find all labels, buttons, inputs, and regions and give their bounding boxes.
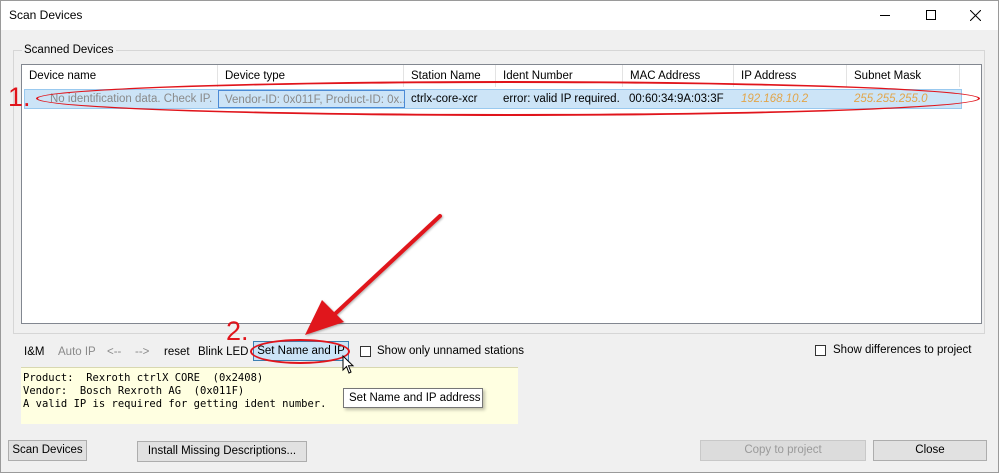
next-button[interactable]: -->	[135, 345, 149, 359]
tooltip: Set Name and IP address	[343, 388, 483, 408]
info-product: Product: Rexroth ctrlX CORE (0x2408)	[23, 372, 264, 384]
annotation-step-1: 1.	[8, 82, 31, 112]
cell-device-name: No identification data. Check IP.	[50, 93, 213, 105]
column-mac-address[interactable]: MAC Address	[623, 65, 734, 87]
cell-device-type: Vendor-ID: 0x011F, Product-ID: 0x...	[218, 90, 405, 108]
info-message: A valid IP is required for getting ident…	[23, 398, 327, 410]
annotation-step-2: 2.	[226, 316, 249, 346]
show-unnamed-label[interactable]: Show only unnamed stations	[377, 345, 524, 357]
group-label: Scanned Devices	[22, 44, 116, 56]
maximize-icon	[926, 10, 936, 20]
minimize-button[interactable]	[863, 0, 907, 30]
table-header: Device name Device type Station Name Ide…	[22, 65, 981, 87]
im-button[interactable]: I&M	[24, 345, 44, 359]
auto-ip-button[interactable]: Auto IP	[58, 345, 96, 359]
set-name-and-ip-button[interactable]: Set Name and IP	[253, 341, 349, 361]
close-window-button[interactable]	[953, 0, 997, 30]
maximize-button[interactable]	[909, 0, 953, 30]
show-differences-label[interactable]: Show differences to project	[833, 344, 972, 356]
install-missing-descriptions-button[interactable]: Install Missing Descriptions...	[137, 441, 307, 462]
cell-subnet-mask: 255.255.255.0	[854, 93, 928, 105]
table-row[interactable]: No identification data. Check IP. Vendor…	[24, 89, 962, 109]
cell-ip-address: 192.168.10.2	[741, 93, 809, 105]
previous-button[interactable]: <--	[107, 345, 121, 359]
cell-mac-address: 00:60:34:9A:03:3F	[629, 93, 724, 105]
show-differences-checkbox[interactable]	[815, 345, 826, 356]
column-device-type[interactable]: Device type	[218, 65, 404, 87]
close-button[interactable]: Close	[873, 440, 987, 461]
minimize-icon	[880, 15, 890, 16]
column-subnet-mask[interactable]: Subnet Mask	[847, 65, 960, 87]
column-ip-address[interactable]: IP Address	[734, 65, 847, 87]
blink-led-button[interactable]: Blink LED	[198, 345, 249, 359]
close-icon	[969, 9, 981, 21]
window-title: Scan Devices	[9, 8, 83, 22]
scan-devices-button[interactable]: Scan Devices	[8, 440, 87, 461]
cell-ident-number: error: valid IP required.	[503, 93, 620, 105]
show-unnamed-checkbox[interactable]	[360, 346, 371, 357]
mouse-pointer-icon	[342, 355, 355, 374]
column-device-name[interactable]: Device name	[22, 65, 218, 87]
devices-table[interactable]: Device name Device type Station Name Ide…	[21, 64, 982, 324]
title-bar: Scan Devices	[0, 0, 999, 30]
cell-station-name: ctrlx-core-xcr	[411, 93, 478, 105]
column-station-name[interactable]: Station Name	[404, 65, 496, 87]
column-ident-number[interactable]: Ident Number	[496, 65, 623, 87]
copy-to-project-button[interactable]: Copy to project	[700, 440, 866, 461]
reset-button[interactable]: reset	[164, 345, 190, 359]
info-vendor: Vendor: Bosch Rexroth AG (0x011F)	[23, 385, 245, 397]
